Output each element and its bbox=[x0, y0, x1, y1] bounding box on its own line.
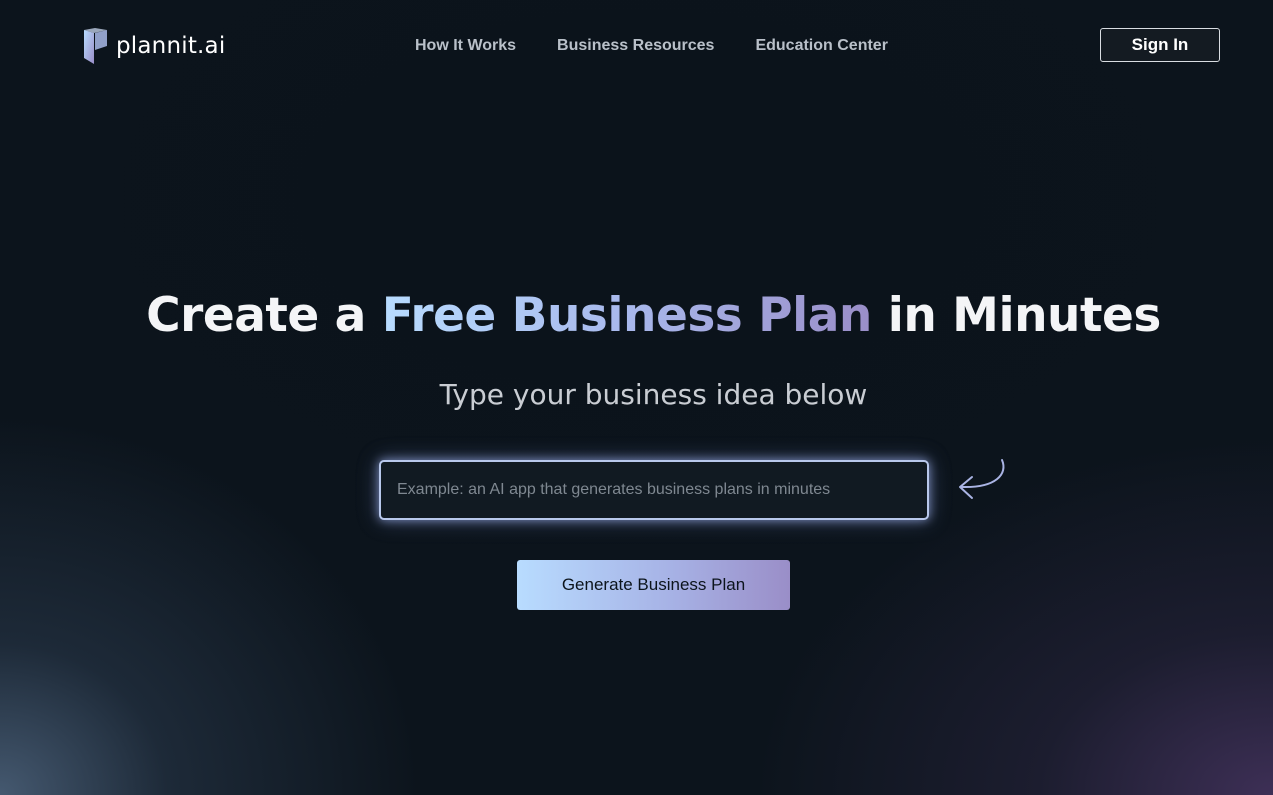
logo-link[interactable]: plannit.ai bbox=[84, 28, 225, 64]
sign-in-button[interactable]: Sign In bbox=[1100, 28, 1220, 62]
plannit-logo-icon bbox=[84, 28, 107, 64]
business-idea-input[interactable] bbox=[379, 460, 929, 520]
hero-subtitle: Type your business idea below bbox=[439, 378, 868, 411]
hero-title: Create a Free Business Plan in Minutes bbox=[0, 288, 1273, 343]
hero-title-highlight: Free Business Plan bbox=[381, 288, 873, 343]
nav-education-center[interactable]: Education Center bbox=[755, 36, 887, 56]
curved-arrow-left-icon bbox=[959, 459, 1005, 499]
nav-business-resources[interactable]: Business Resources bbox=[557, 36, 714, 56]
hero-title-suffix: in Minutes bbox=[871, 288, 1162, 343]
site-header: plannit.ai How It Works Business Resourc… bbox=[0, 0, 1273, 92]
nav-how-it-works[interactable]: How It Works bbox=[415, 36, 516, 56]
main-nav: How It Works Business Resources Educatio… bbox=[415, 36, 888, 56]
brand-name: plannit.ai bbox=[116, 33, 226, 59]
generate-business-plan-button[interactable]: Generate Business Plan bbox=[517, 560, 790, 610]
hero-title-prefix: Create a bbox=[146, 288, 382, 343]
